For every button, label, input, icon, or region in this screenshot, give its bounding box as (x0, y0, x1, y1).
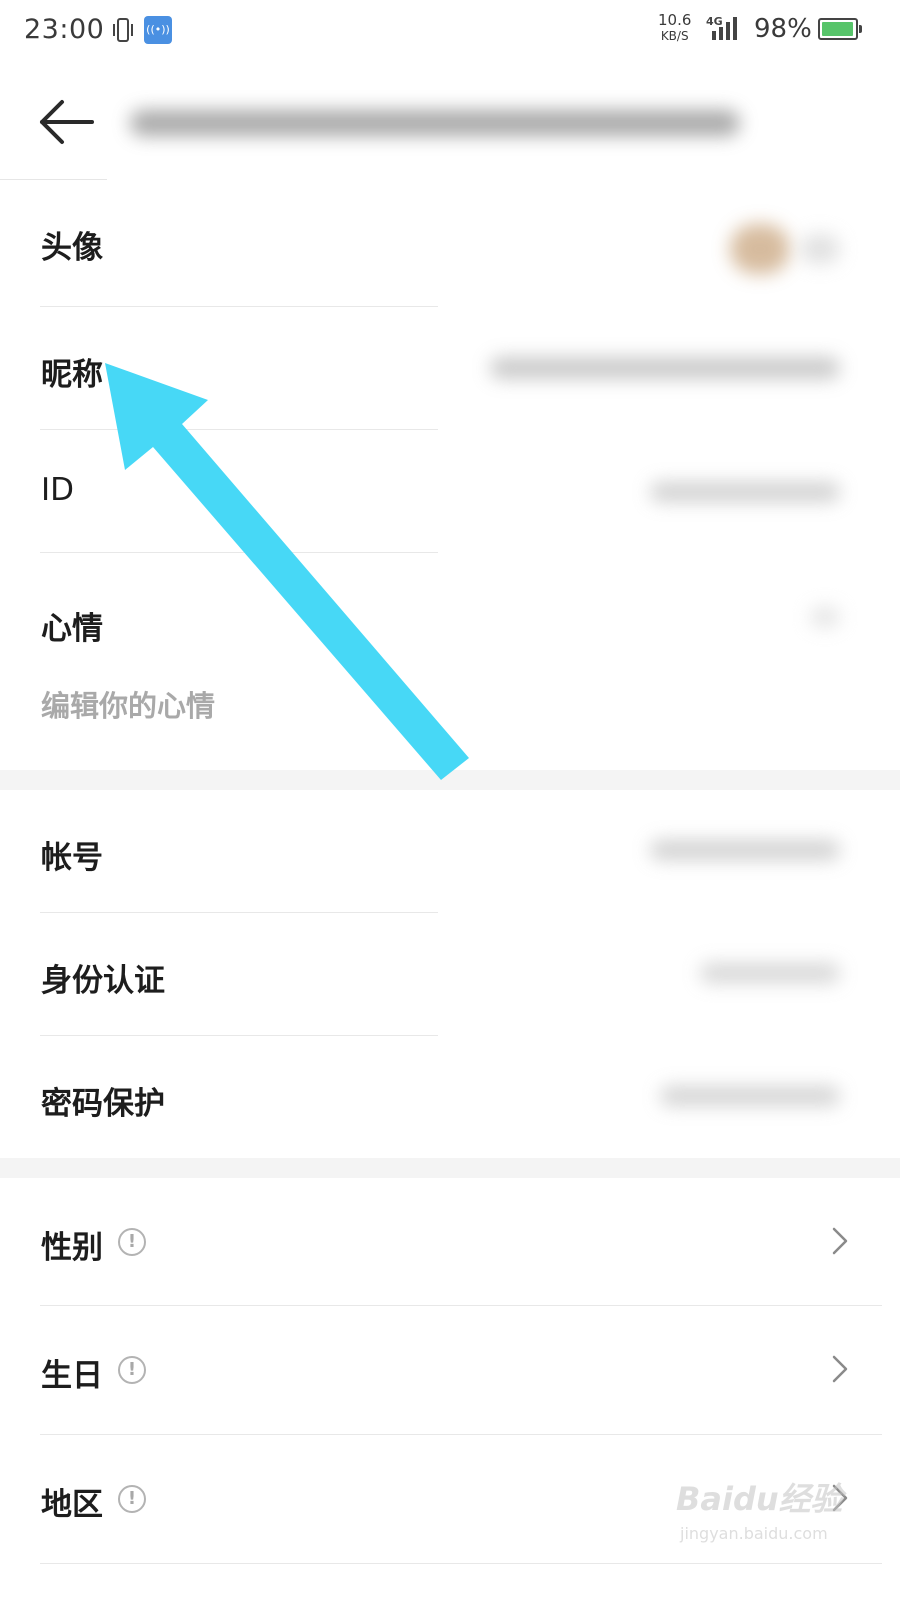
row-id[interactable]: ID (0, 430, 900, 552)
divider (40, 1563, 882, 1564)
section-gap (0, 1158, 900, 1178)
watermark-logo: Baidu经验 (676, 1480, 843, 1518)
region-label: 地区 (41, 1487, 103, 1523)
identity-value-redacted (690, 955, 860, 991)
password-protection-label: 密码保护 (41, 1086, 165, 1122)
row-gender[interactable]: 性别 ! (0, 1178, 900, 1305)
battery-percent: 98% (754, 14, 812, 44)
row-nickname[interactable]: 昵称 (0, 307, 900, 429)
id-label: ID (41, 472, 75, 508)
identity-verification-label: 身份认证 (41, 963, 165, 999)
network-speed: 10.6 KB/S (658, 12, 691, 44)
nickname-value-redacted (480, 347, 860, 387)
id-value-redacted (640, 474, 860, 510)
page-title-redacted (110, 82, 770, 162)
signal-icon: 4G (706, 15, 737, 40)
row-identity-verification[interactable]: 身份认证 (0, 913, 900, 1035)
avatar-label: 头像 (41, 230, 103, 266)
mood-label: 心情 (41, 611, 103, 647)
watermark: Baidu经验 jingyan.baidu.com (676, 1474, 876, 1554)
row-account[interactable]: 帐号 (0, 790, 900, 912)
info-icon[interactable]: ! (118, 1485, 146, 1513)
nickname-label: 昵称 (41, 357, 103, 393)
watermark-url: jingyan.baidu.com (680, 1524, 828, 1543)
header (0, 62, 900, 180)
status-time: 23:00 (24, 14, 105, 45)
chevron-right-icon (832, 1227, 848, 1255)
birthday-label: 生日 (41, 1358, 103, 1394)
info-icon[interactable]: ! (118, 1356, 146, 1384)
chevron-right-icon (832, 1355, 848, 1383)
battery-icon (818, 18, 862, 40)
row-birthday[interactable]: 生日 ! (0, 1306, 900, 1434)
account-label: 帐号 (41, 840, 103, 876)
network-speed-unit: KB/S (660, 29, 689, 43)
hotspot-icon: ((•)) (144, 16, 172, 44)
battery-fill (822, 22, 854, 36)
status-bar: 23:00 ((•)) 10.6 KB/S 4G 98% (0, 0, 900, 62)
info-icon[interactable]: ! (118, 1228, 146, 1256)
network-speed-value: 10.6 (658, 11, 692, 29)
back-arrow-icon (40, 100, 94, 144)
network-type-label: 4G (706, 15, 723, 28)
mood-chevron-redacted (800, 597, 860, 637)
account-value-redacted (640, 832, 860, 868)
section-gap (0, 770, 900, 790)
row-password-protection[interactable]: 密码保护 (0, 1036, 900, 1158)
row-avatar[interactable]: 头像 (0, 180, 900, 306)
avatar (720, 214, 860, 284)
password-value-redacted (650, 1078, 860, 1114)
gender-label: 性别 (41, 1230, 103, 1266)
back-button[interactable] (36, 92, 96, 152)
row-mood[interactable]: 心情 编辑你的心情 (0, 553, 900, 770)
vibrate-icon (113, 18, 133, 42)
mood-placeholder: 编辑你的心情 (41, 689, 216, 723)
